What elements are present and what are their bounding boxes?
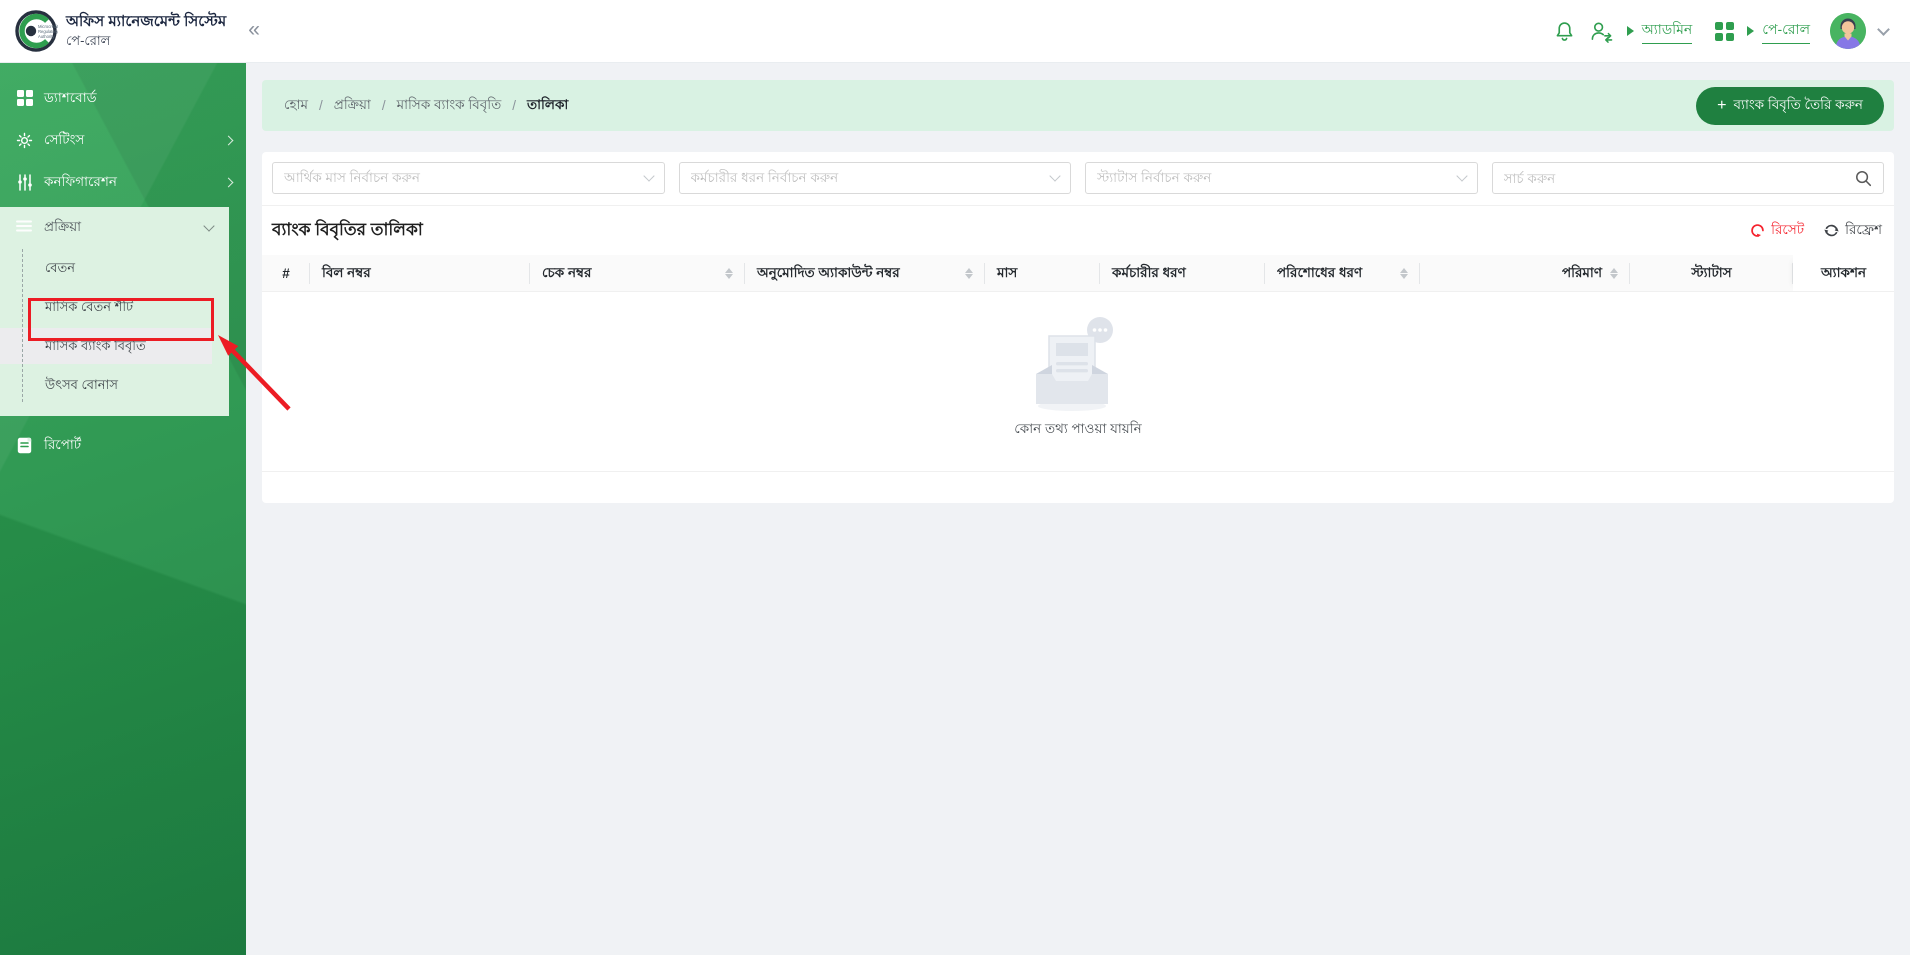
app-subtitle: পে-রোল (66, 33, 111, 49)
table-empty-state: কোন তথ্য পাওয়া যায়নি (262, 292, 1894, 471)
plus-icon: + (1717, 96, 1727, 114)
column-header-index: # (262, 255, 310, 291)
empty-inbox-illustration (1036, 317, 1113, 411)
sort-icon[interactable] (1602, 267, 1618, 279)
table-header-row: # বিল নম্বর চেক নম্বর অনুমোদিত অ্যাকাউন্… (262, 255, 1894, 292)
search-icon[interactable] (1855, 170, 1872, 187)
caret-right-icon (1626, 26, 1634, 36)
app-title: অফিস ম্যানেজমেন্ট সিস্টেম (66, 12, 227, 30)
create-button-label: ব্যাংক বিবৃতি তৈরি করুন (1733, 97, 1863, 112)
dashboard-icon (16, 90, 33, 107)
column-header-amount[interactable]: পরিমাণ (1420, 255, 1630, 291)
sliders-icon (16, 173, 33, 191)
brand: Microcredit Regulatory Authority অফিস ম্… (0, 9, 226, 53)
sort-icon[interactable] (1392, 267, 1408, 279)
chevron-down-icon (203, 219, 215, 232)
gear-icon (16, 132, 33, 149)
report-document-icon (16, 437, 33, 454)
sidebar-item-report[interactable]: রিপোর্ট (0, 424, 246, 466)
list-card: আর্থিক মাস নির্বাচন করুন কর্মচারীর ধরন ন… (262, 152, 1894, 503)
column-header-status: স্ট্যাটাস (1630, 255, 1793, 291)
switch-user-icon[interactable] (1589, 20, 1614, 43)
breadcrumb-monthly-bank-statement[interactable]: মাসিক ব্যাংক বিবৃতি (397, 94, 502, 117)
breadcrumb: হোম / প্রক্রিয়া / মাসিক ব্যাংক বিবৃতি /… (284, 94, 568, 117)
sidebar-item-label: রিপোর্ট (44, 436, 82, 452)
fiscal-month-select[interactable]: আর্থিক মাস নির্বাচন করুন (272, 162, 665, 194)
select-chevron-icon (1049, 170, 1061, 182)
empty-state-text: কোন তথ্য পাওয়া যায়নি (1014, 421, 1142, 436)
table-footer (262, 471, 1894, 504)
module-payroll-link[interactable]: পে-রোল (1762, 18, 1810, 44)
employee-type-placeholder: কর্মচারীর ধরন নির্বাচন করুন (690, 169, 839, 185)
sort-icon[interactable] (957, 267, 973, 279)
column-header-month: মাস (985, 255, 1100, 291)
breadcrumb-separator: / (381, 98, 386, 113)
caret-right-icon (1747, 26, 1755, 36)
chevron-right-icon (223, 177, 234, 187)
column-header-action: অ্যাকশন (1793, 255, 1894, 291)
submenu-guide-line (22, 249, 23, 402)
sidebar-item-dashboard[interactable]: ড্যাশবোর্ড (0, 77, 246, 119)
reset-label: রিসেট (1771, 222, 1805, 237)
search-input[interactable] (1503, 170, 1855, 186)
select-chevron-icon (642, 170, 655, 182)
sidebar-collapse-button[interactable]: « (248, 19, 260, 44)
breadcrumb-separator: / (512, 98, 517, 113)
sidebar-subitem-festival-bonus[interactable]: উৎসব বোনাস (0, 367, 229, 403)
sidebar-item-label: কনফিগারেশন (44, 173, 117, 189)
reset-button[interactable]: রিসেট (1750, 219, 1804, 242)
mra-logo-icon: Microcredit Regulatory Authority (15, 10, 58, 52)
list-icon (16, 220, 33, 235)
refresh-button[interactable]: রিফ্রেশ (1824, 219, 1882, 242)
breadcrumb-process[interactable]: প্রক্রিয়া (334, 94, 371, 117)
breadcrumb-band: হোম / প্রক্রিয়া / মাসিক ব্যাংক বিবৃতি /… (262, 80, 1894, 131)
breadcrumb-separator: / (318, 98, 323, 113)
reset-icon (1751, 224, 1764, 238)
sidebar-group-process: প্রক্রিয়া বেতন মাসিক বেতন শীট মাসিক ব্য… (0, 207, 229, 416)
column-header-cheque-number[interactable]: চেক নম্বর (530, 255, 745, 291)
create-bank-statement-button[interactable]: + ব্যাংক বিবৃতি তৈরি করুন (1696, 86, 1884, 125)
column-header-payment-type[interactable]: পরিশোধের ধরণ (1265, 255, 1420, 291)
refresh-label: রিফ্রেশ (1845, 222, 1882, 237)
sidebar-item-label: প্রক্রিয়া (44, 218, 82, 234)
topbar: Microcredit Regulatory Authority অফিস ম্… (0, 0, 1910, 63)
sidebar-item-process[interactable]: প্রক্রিয়া (0, 207, 229, 247)
main-content: হোম / প্রক্রিয়া / মাসিক ব্যাংক বিবৃতি /… (246, 63, 1910, 955)
filter-row: আর্থিক মাস নির্বাচন করুন কর্মচারীর ধরন ন… (262, 152, 1894, 206)
column-header-bill-number: বিল নম্বর (310, 255, 530, 291)
column-header-approved-account-number[interactable]: অনুমোদিত অ্যাকাউন্ট নম্বর (745, 255, 985, 291)
refresh-icon (1824, 224, 1839, 237)
sidebar: ড্যাশবোর্ড সেটিংস কনফিগারেশন প্রক্রিয়া … (0, 63, 246, 955)
sidebar-item-label: ড্যাশবোর্ড (44, 89, 97, 105)
sidebar-subitem-monthly-bank-statement[interactable]: মাসিক ব্যাংক বিবৃতি (0, 328, 212, 364)
breadcrumb-home[interactable]: হোম (284, 94, 308, 117)
sidebar-item-configuration[interactable]: কনফিগারেশন (0, 161, 246, 203)
avatar-person-icon (1830, 13, 1866, 49)
chevron-right-icon (223, 135, 234, 145)
sidebar-item-settings[interactable]: সেটিংস (0, 119, 246, 161)
chevron-down-icon[interactable] (1877, 22, 1890, 36)
sort-icon[interactable] (717, 267, 733, 279)
apps-grid-icon[interactable] (1715, 21, 1735, 41)
breadcrumb-current-list: তালিকা (527, 97, 569, 112)
search-box (1491, 162, 1884, 194)
logo-text-line3: Authority (38, 34, 55, 39)
sidebar-subitem-monthly-salary-sheet[interactable]: মাসিক বেতন শীট (0, 289, 229, 325)
status-placeholder: স্ট্যাটাস নির্বাচন করুন (1097, 169, 1212, 185)
employee-type-select[interactable]: কর্মচারীর ধরন নির্বাচন করুন (678, 162, 1071, 194)
sidebar-subitem-salary[interactable]: বেতন (0, 250, 229, 286)
list-title: ব্যাংক বিবৃতির তালিকা (272, 219, 423, 239)
notification-bell-icon[interactable] (1553, 20, 1576, 43)
status-select[interactable]: স্ট্যাটাস নির্বাচন করুন (1085, 162, 1478, 194)
admin-role-link[interactable]: অ্যাডমিন (1641, 18, 1693, 44)
list-title-row: ব্যাংক বিবৃতির তালিকা রিসেট রিফ্রেশ (262, 206, 1894, 255)
column-header-employee-type: কর্মচারীর ধরণ (1100, 255, 1265, 291)
sidebar-item-label: সেটিংস (44, 131, 85, 147)
user-avatar[interactable] (1830, 13, 1866, 49)
select-chevron-icon (1455, 170, 1468, 182)
fiscal-month-placeholder: আর্থিক মাস নির্বাচন করুন (284, 169, 420, 185)
